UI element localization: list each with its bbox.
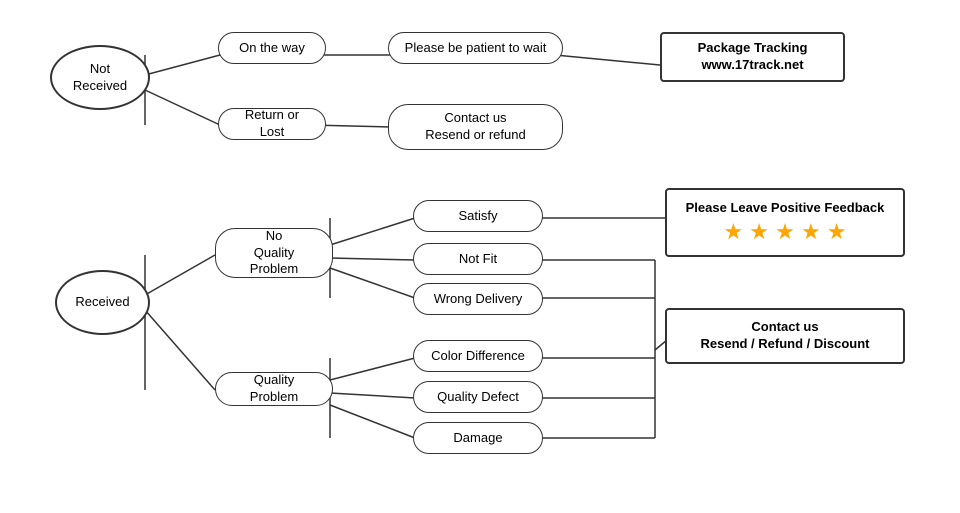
on-the-way-node: On the way xyxy=(218,32,326,64)
package-tracking-node: Package Tracking www.17track.net xyxy=(660,32,845,82)
not-fit-node: Not Fit xyxy=(413,243,543,275)
received-node: Received xyxy=(55,270,150,335)
diagram: Not Received On the way Return or Lost P… xyxy=(0,0,960,513)
return-or-lost-node: Return or Lost xyxy=(218,108,326,140)
wrong-delivery-node: Wrong Delivery xyxy=(413,283,543,315)
quality-defect-node: Quality Defect xyxy=(413,381,543,413)
satisfy-node: Satisfy xyxy=(413,200,543,232)
contact-resend-discount-node: Contact us Resend / Refund / Discount xyxy=(665,308,905,364)
patient-wait-node: Please be patient to wait xyxy=(388,32,563,64)
star-rating: ★ ★ ★ ★ ★ xyxy=(681,219,889,245)
damage-node: Damage xyxy=(413,422,543,454)
not-received-node: Not Received xyxy=(50,45,150,110)
feedback-label: Please Leave Positive Feedback xyxy=(681,200,889,215)
contact-resend-refund-node: Contact us Resend or refund xyxy=(388,104,563,150)
no-quality-problem-node: No Quality Problem xyxy=(215,228,333,278)
color-difference-node: Color Difference xyxy=(413,340,543,372)
feedback-box: Please Leave Positive Feedback ★ ★ ★ ★ ★ xyxy=(665,188,905,257)
quality-problem-node: Quality Problem xyxy=(215,372,333,406)
